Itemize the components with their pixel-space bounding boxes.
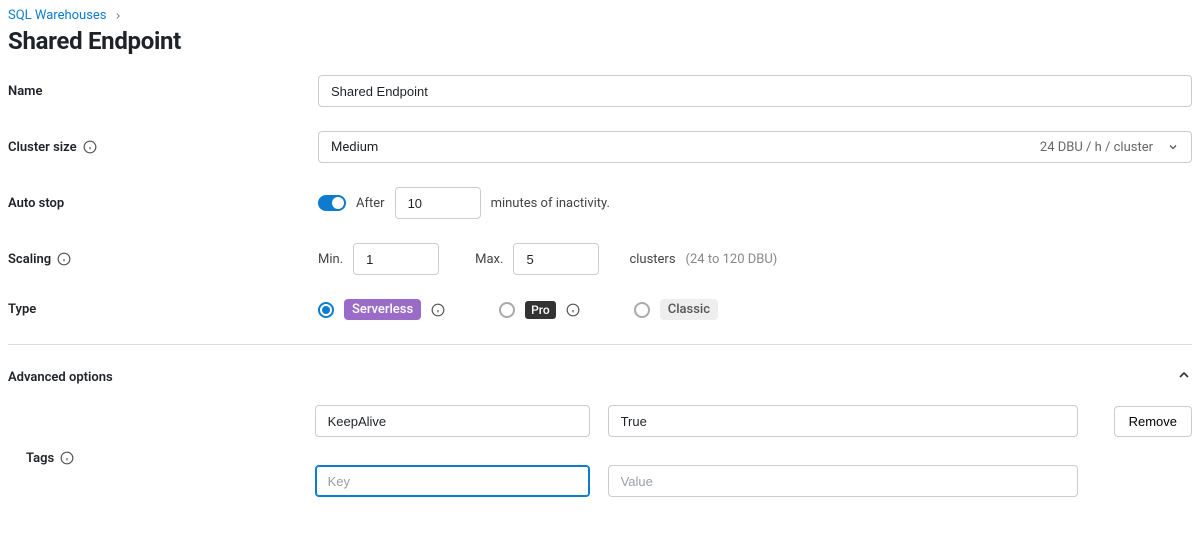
scaling-label: Scaling <box>8 252 318 267</box>
radio-button-checked <box>318 302 334 318</box>
type-classic-radio[interactable]: Classic <box>634 299 718 320</box>
breadcrumb-parent-link[interactable]: SQL Warehouses <box>8 8 107 23</box>
type-label: Type <box>8 302 318 317</box>
tag-value-input-new[interactable] <box>608 465 1078 497</box>
remove-tag-button[interactable]: Remove <box>1114 406 1192 437</box>
auto-stop-minutes-input[interactable] <box>395 187 481 219</box>
tag-value-input[interactable] <box>608 405 1078 437</box>
breadcrumb: SQL Warehouses <box>8 8 1192 23</box>
tag-row <box>315 465 1192 497</box>
chevron-up-icon <box>1176 367 1192 383</box>
cluster-size-value: Medium <box>331 140 378 155</box>
tag-key-input-new[interactable] <box>315 465 590 497</box>
serverless-badge: Serverless <box>344 299 421 320</box>
advanced-options-toggle[interactable] <box>1176 367 1192 387</box>
auto-stop-suffix: minutes of inactivity. <box>491 196 610 211</box>
info-icon[interactable] <box>566 303 580 317</box>
auto-stop-after-label: After <box>356 196 385 211</box>
type-pro-radio[interactable]: Pro <box>499 301 580 319</box>
tag-key-input[interactable] <box>315 405 590 437</box>
chevron-right-icon <box>113 11 123 21</box>
info-icon[interactable] <box>60 451 74 465</box>
auto-stop-toggle[interactable] <box>318 195 346 211</box>
radio-button <box>634 302 650 318</box>
cluster-size-hint: 24 DBU / h / cluster <box>1040 140 1153 155</box>
scaling-range-hint: (24 to 120 DBU) <box>686 252 778 267</box>
classic-badge: Classic <box>660 299 718 320</box>
cluster-size-select[interactable]: Medium 24 DBU / h / cluster <box>318 131 1192 163</box>
info-icon[interactable] <box>57 252 71 266</box>
scaling-min-label: Min. <box>318 252 343 267</box>
info-icon[interactable] <box>83 140 97 154</box>
info-icon[interactable] <box>431 303 445 317</box>
scaling-max-label: Max. <box>475 252 503 267</box>
radio-button <box>499 302 515 318</box>
auto-stop-label: Auto stop <box>8 196 318 211</box>
cluster-size-label: Cluster size <box>8 140 318 155</box>
scaling-clusters-label: clusters <box>629 252 675 267</box>
advanced-options-label: Advanced options <box>8 370 113 385</box>
chevron-down-icon <box>1167 141 1179 153</box>
divider <box>8 344 1192 345</box>
name-input[interactable] <box>318 75 1192 107</box>
pro-badge: Pro <box>525 301 556 319</box>
scaling-min-input[interactable] <box>353 243 439 275</box>
tag-row: Remove <box>315 405 1192 437</box>
name-label: Name <box>8 84 318 99</box>
scaling-max-input[interactable] <box>513 243 599 275</box>
type-serverless-radio[interactable]: Serverless <box>318 299 445 320</box>
tags-label: Tags <box>8 451 315 466</box>
page-title: Shared Endpoint <box>8 27 1192 55</box>
